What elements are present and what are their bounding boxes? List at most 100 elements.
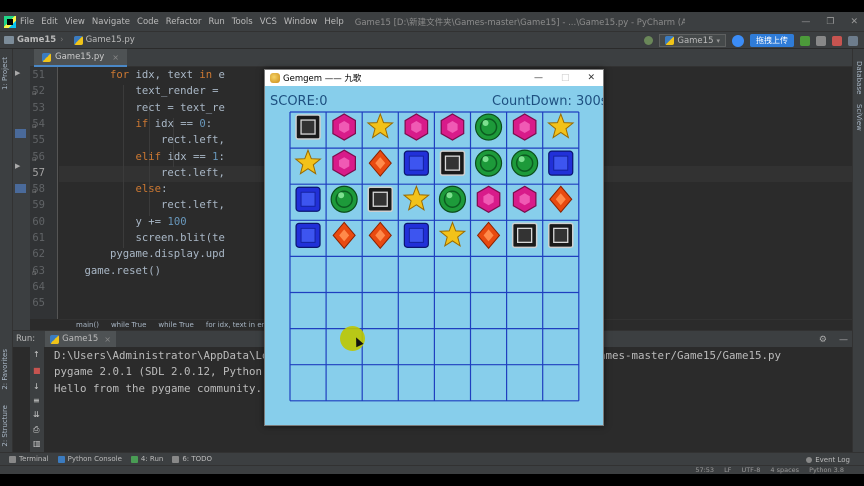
blue-square-gem[interactable] (403, 150, 429, 176)
blue-square-gem[interactable] (295, 186, 321, 212)
minimize-button[interactable]: — (801, 17, 810, 27)
blue-square-gem[interactable] (548, 150, 574, 176)
game-title-bar[interactable]: Gemgem —— 九歌 — □ ✕ (265, 70, 603, 86)
trash-icon[interactable]: ▥ (33, 440, 41, 448)
green-circle-gem[interactable] (511, 149, 539, 177)
menu-file[interactable]: File (20, 17, 34, 27)
caret-position[interactable]: 57:53 (695, 466, 714, 474)
menu-window[interactable]: Window (284, 17, 318, 27)
event-log-icon (806, 456, 813, 463)
black-square-gem[interactable] (295, 114, 321, 140)
run-tool-tab[interactable]: 4: Run (130, 455, 163, 463)
menu-run[interactable]: Run (208, 17, 224, 27)
structure-tool-button[interactable]: 2: Structure (1, 405, 9, 447)
code-breadcrumb-item[interactable]: while True (158, 321, 193, 329)
game-close-button[interactable]: ✕ (587, 73, 595, 83)
stop-icon[interactable] (832, 35, 842, 46)
baidu-cloud-icon[interactable] (732, 34, 744, 47)
print-icon[interactable]: ⎙ (33, 426, 39, 434)
pink-hex-gem[interactable] (476, 185, 501, 213)
green-circle-gem[interactable] (474, 113, 503, 141)
scroll-end-icon[interactable]: ⇊ (33, 411, 40, 419)
code-breadcrumb-item[interactable]: while True (111, 321, 146, 329)
expand-arrow-icon[interactable]: ▶ (15, 162, 20, 170)
editor-tab-game15[interactable]: Game15.py × (34, 49, 127, 67)
black-square-gem[interactable] (367, 186, 393, 212)
terminal-tab-label: Terminal (19, 455, 49, 463)
code-line: rect = text_re (59, 101, 225, 114)
breadcrumb-file-label: Game15.py (85, 35, 135, 45)
code-line: else: (135, 183, 168, 196)
menu-view[interactable]: View (65, 17, 85, 27)
code-breadcrumb-item[interactable]: main() (76, 321, 99, 329)
code-line: rect.left, (59, 166, 225, 179)
python-interpreter[interactable]: Python 3.8 (809, 466, 844, 474)
ide-window-controls: — ❐ ✕ (801, 12, 858, 31)
fold-marker-icon[interactable]: ▫ (32, 122, 37, 130)
project-tool-button[interactable]: 1: Project (1, 57, 9, 90)
todo-tab[interactable]: 6: TODO (172, 455, 212, 463)
menu-edit[interactable]: Edit (41, 17, 57, 27)
close-tab-icon[interactable]: × (104, 335, 111, 344)
menu-code[interactable]: Code (137, 17, 159, 27)
fold-marker-icon[interactable]: ▫ (32, 269, 37, 277)
game-minimize-button[interactable]: — (534, 73, 543, 83)
breadcrumb-file[interactable]: Game15.py (68, 35, 135, 45)
menu-help[interactable]: Help (324, 17, 343, 27)
indent-setting[interactable]: 4 spaces (770, 466, 799, 474)
expand-arrow-icon[interactable]: ▶ (15, 69, 20, 77)
restore-button[interactable]: ❐ (826, 17, 834, 27)
fold-marker-icon[interactable]: ▫ (32, 89, 37, 97)
code-line: rect.left, (59, 199, 225, 212)
menu-refactor[interactable]: Refactor (166, 17, 202, 27)
breadcrumb-project-label: Game15 (17, 35, 57, 45)
black-square-gem[interactable] (439, 150, 466, 176)
close-tab-icon[interactable]: × (112, 53, 119, 62)
pink-hex-gem[interactable] (512, 185, 537, 213)
breadcrumb-project[interactable]: Game15 (4, 35, 56, 45)
blue-square-gem[interactable] (295, 222, 321, 248)
run-tab-game15[interactable]: Game15 × (45, 330, 116, 348)
settings-gear-icon[interactable]: ⚙ (819, 335, 827, 345)
menu-vcs[interactable]: VCS (260, 17, 277, 27)
terminal-tab[interactable]: Terminal (9, 455, 49, 463)
fold-marker-icon[interactable]: ▫ (32, 187, 37, 195)
menu-tools[interactable]: Tools (232, 17, 253, 27)
back-arrow-icon[interactable] (644, 36, 654, 45)
rerun-up-icon[interactable]: ↑ (33, 351, 40, 359)
refresh-icon[interactable] (800, 35, 810, 46)
code-line: text_render = (59, 85, 225, 98)
file-encoding[interactable]: UTF-8 (741, 466, 760, 474)
game-canvas[interactable]: SCORE:0 CountDown: 300s (265, 86, 603, 425)
attach-icon[interactable] (816, 35, 826, 46)
close-button[interactable]: ✕ (850, 17, 858, 27)
line-separator[interactable]: LF (724, 466, 731, 474)
database-tool-button[interactable]: Database (855, 61, 863, 94)
search-icon[interactable] (848, 35, 858, 46)
green-circle-gem[interactable] (330, 185, 358, 213)
game-board[interactable] (265, 86, 603, 425)
run-configuration-select[interactable]: Game15 ▾ (659, 34, 726, 47)
code-breadcrumb-item[interactable]: for idx, text in enu (206, 321, 271, 329)
hide-panel-icon[interactable]: — (839, 335, 848, 345)
sciview-tool-button[interactable]: SciView (855, 104, 863, 131)
upload-button[interactable]: 拖拽上传 (750, 34, 794, 47)
pygame-window[interactable]: Gemgem —— 九歌 — □ ✕ SCORE:0 CountDown: 30… (264, 69, 604, 426)
blue-square-gem[interactable] (403, 222, 429, 248)
wrap-icon[interactable]: ≡ (33, 397, 40, 405)
black-square-gem[interactable] (548, 222, 574, 249)
favorites-tool-button[interactable]: 2: Favorites (1, 349, 9, 390)
code-line: rect.left, (59, 134, 225, 147)
stop-icon[interactable]: ■ (33, 367, 41, 375)
green-circle-gem[interactable] (438, 185, 467, 213)
ide-window-title: Game15 [D:\新建文件夹\Games-master\Game15] - … (354, 17, 685, 28)
green-circle-gem[interactable] (474, 149, 503, 177)
fold-marker-icon[interactable]: ▫ (32, 155, 37, 163)
console-line: pygame 2.0.1 (SDL 2.0.12, Python (54, 365, 269, 378)
line-number: 59 (32, 199, 45, 212)
pink-hex-gem[interactable] (332, 149, 357, 177)
menu-navigate[interactable]: Navigate (92, 17, 130, 27)
python-console-tab[interactable]: Python Console (57, 455, 122, 463)
scroll-down-icon[interactable]: ↓ (33, 383, 40, 391)
black-square-gem[interactable] (511, 222, 538, 249)
